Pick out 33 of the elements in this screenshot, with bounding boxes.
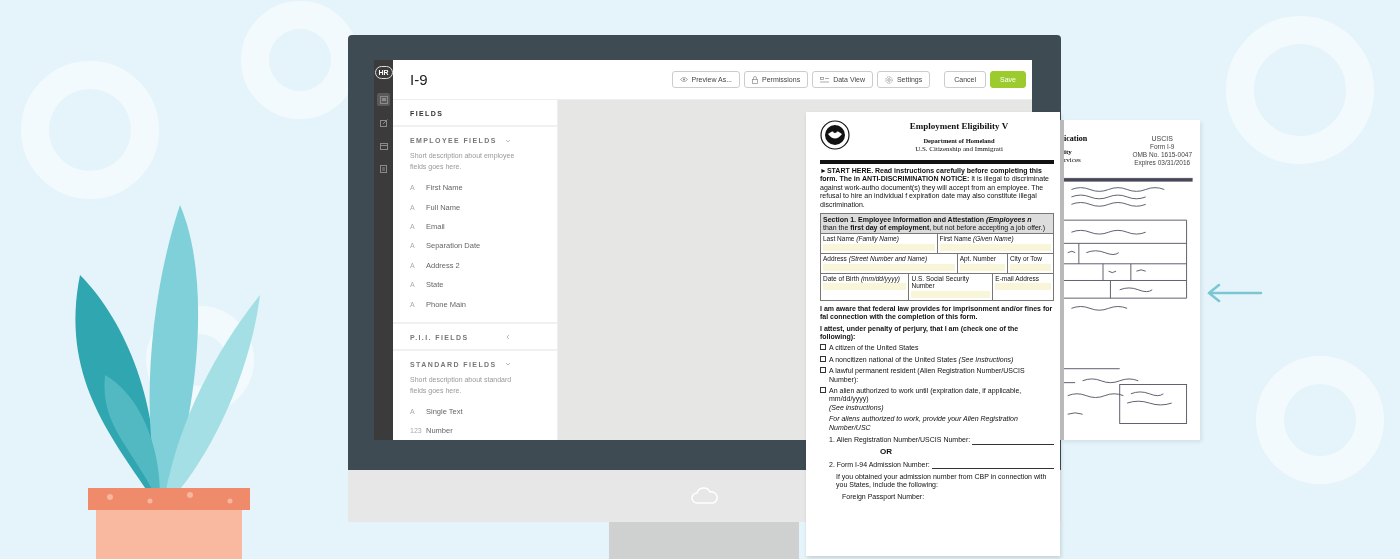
- chevron-icon[interactable]: [504, 137, 511, 144]
- cloud-icon: [689, 487, 720, 505]
- form-input-field[interactable]: [995, 283, 1051, 291]
- checkbox[interactable]: [820, 367, 826, 374]
- rail-button[interactable]: [377, 116, 390, 129]
- list-icon: [820, 76, 830, 83]
- checkbox[interactable]: [820, 387, 826, 394]
- rail-button[interactable]: [377, 93, 390, 106]
- layout-icon: [379, 95, 388, 104]
- title-fragment: ication: [1064, 134, 1088, 144]
- eye-icon: [679, 77, 688, 82]
- form-input-field[interactable]: [1009, 263, 1051, 271]
- form-input-field[interactable]: [823, 263, 955, 271]
- chevron-icon[interactable]: [504, 361, 511, 368]
- edit-icon: [379, 118, 388, 127]
- calendar-icon: [379, 141, 388, 150]
- arrow-icon: [1207, 283, 1263, 303]
- checkbox[interactable]: [820, 355, 826, 362]
- checkbox[interactable]: [820, 344, 826, 351]
- document-title: Employment Eligibility V: [909, 120, 1009, 132]
- settings-icon: [884, 75, 893, 84]
- form-input-field[interactable]: [823, 283, 907, 291]
- lock-icon: [752, 75, 759, 84]
- form-input-field[interactable]: [939, 244, 1051, 252]
- seal-icon: [820, 120, 850, 150]
- document-icon: [380, 164, 387, 173]
- form-input-field[interactable]: [959, 263, 1005, 271]
- chevron-icon[interactable]: [504, 334, 511, 341]
- rail-button[interactable]: [377, 162, 390, 175]
- or-text: OR: [879, 446, 893, 457]
- page-title: I-9: [410, 71, 429, 88]
- form-input-field[interactable]: [911, 290, 991, 298]
- form-input-field[interactable]: [823, 244, 935, 252]
